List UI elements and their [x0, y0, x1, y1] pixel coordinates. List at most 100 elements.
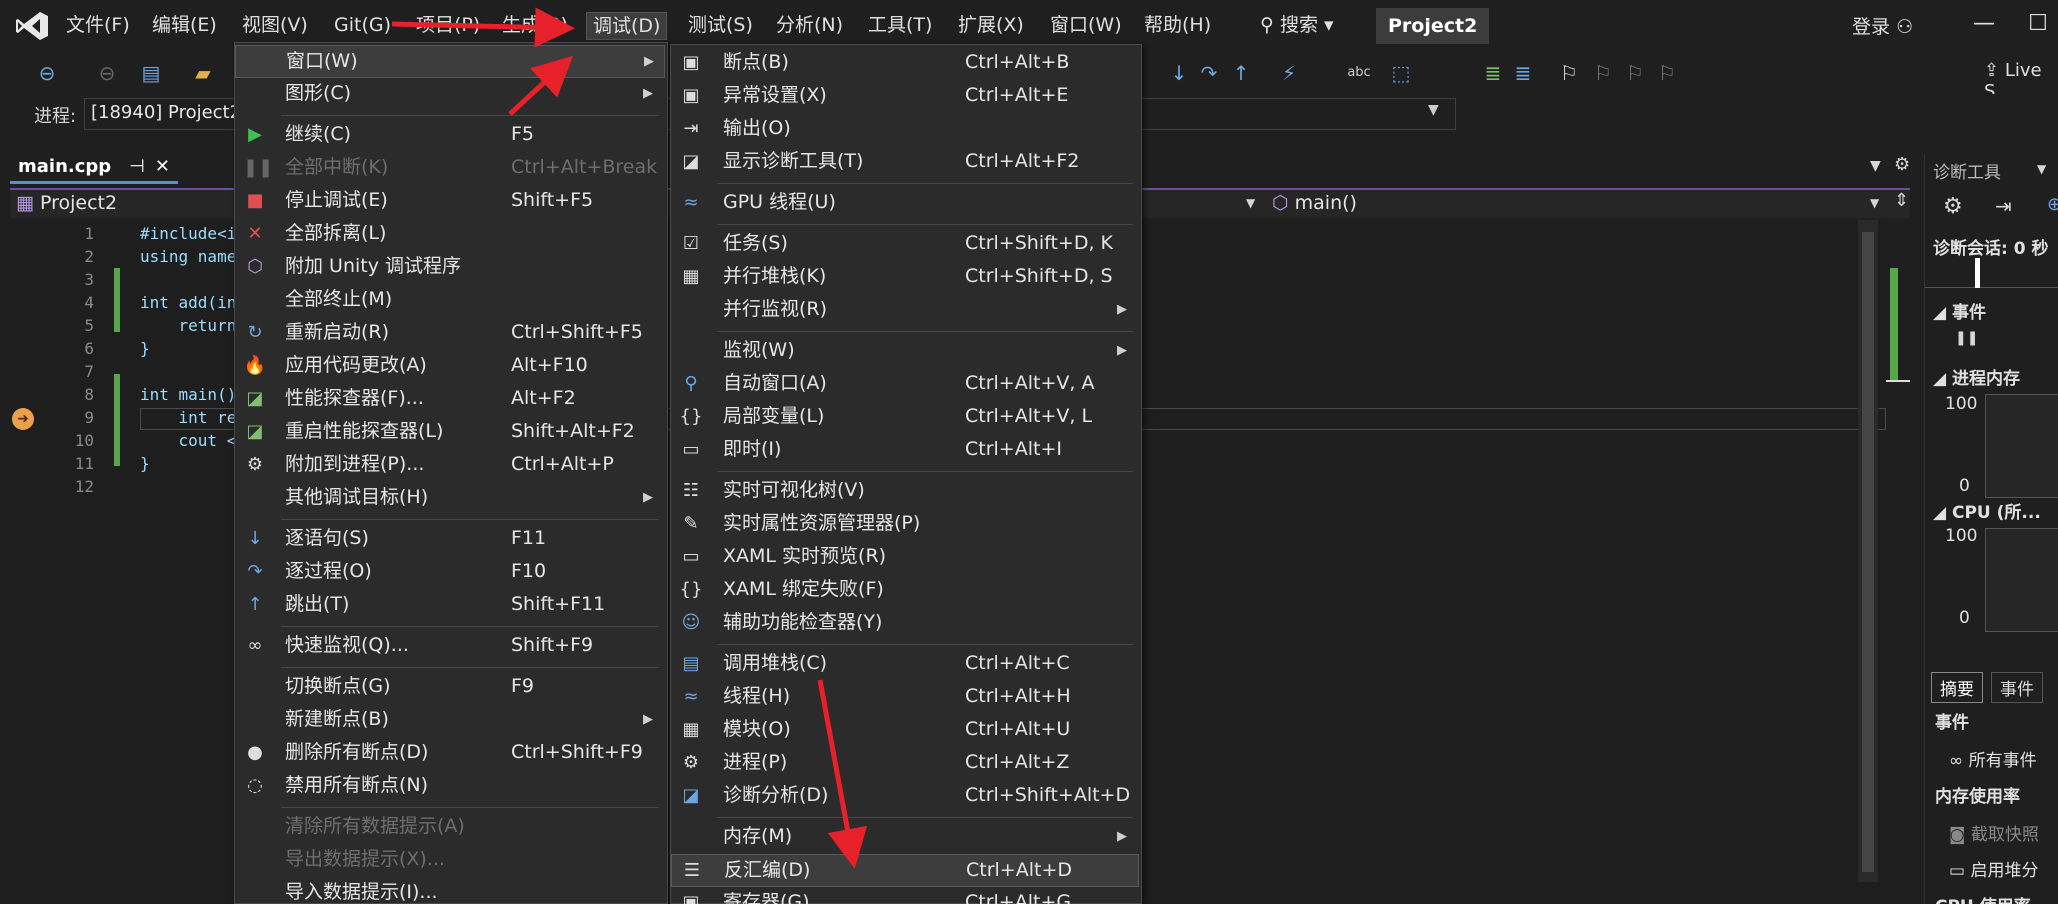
window-submenu-item[interactable]: 内存(M) ▶: [671, 821, 1139, 854]
zoom-icon[interactable]: ⊕: [2047, 194, 2058, 215]
window-submenu-item[interactable]: ▣ 寄存器(G) Ctrl+Alt+G: [671, 887, 1139, 904]
menu-item-5[interactable]: 生成(B): [496, 12, 574, 40]
tab-summary[interactable]: 摘要: [1931, 672, 1983, 703]
window-submenu-item[interactable]: ≈ 线程(H) Ctrl+Alt+H: [671, 681, 1139, 714]
new-project-icon[interactable]: ▤: [138, 60, 164, 86]
code-line[interactable]: }: [140, 339, 150, 358]
maximize-button[interactable]: ☐: [2018, 6, 2058, 42]
window-submenu-item[interactable]: ≈ GPU 线程(U): [671, 187, 1139, 220]
debug-menu-item[interactable]: ◪ 重启性能探查器(L) Shift+Alt+F2: [235, 416, 665, 449]
enable-heap-button[interactable]: ▭ 启用堆分: [1949, 856, 2038, 881]
prev-bookmark-icon[interactable]: ⚐: [1590, 60, 1616, 86]
debug-menu-item[interactable]: ✕ 全部拆离(L): [235, 218, 665, 251]
chevron-down-icon[interactable]: ▼: [1428, 102, 1439, 118]
debug-menu-item[interactable]: ↷ 逐过程(O) F10: [235, 556, 665, 589]
comment-icon[interactable]: ⬚: [1388, 60, 1414, 86]
window-submenu-item[interactable]: 监视(W) ▶: [671, 335, 1139, 368]
debug-menu-item[interactable]: ↻ 重新启动(R) Ctrl+Shift+F5: [235, 317, 665, 350]
window-submenu-item[interactable]: ▭ XAML 实时预览(R): [671, 541, 1139, 574]
window-submenu-item[interactable]: ✎ 实时属性资源管理器(P): [671, 508, 1139, 541]
pause-icon[interactable]: ❚❚: [1955, 330, 1978, 346]
events-section[interactable]: ◢ 事件: [1933, 298, 1986, 323]
close-icon[interactable]: ✕: [155, 156, 170, 177]
menu-item-10[interactable]: 扩展(X): [952, 12, 1030, 40]
debug-menu-item[interactable]: 切换断点(G) F9: [235, 671, 665, 704]
forward-icon[interactable]: ⊖: [94, 60, 120, 86]
step-over-icon[interactable]: ↷: [1196, 60, 1222, 86]
debug-menu-item[interactable]: 图形(C) ▶: [235, 78, 665, 111]
window-submenu-item[interactable]: 并行监视(R) ▶: [671, 294, 1139, 327]
menu-item-2[interactable]: 视图(V): [236, 12, 314, 40]
debug-menu-item[interactable]: ∞ 快速监视(Q)... Shift+F9: [235, 630, 665, 663]
menu-item-9[interactable]: 工具(T): [862, 12, 938, 40]
debug-menu-item[interactable]: ■ 停止调试(E) Shift+F5: [235, 185, 665, 218]
code-line[interactable]: }: [140, 454, 150, 473]
code-line[interactable]: int re: [140, 408, 237, 427]
debug-menu-item[interactable]: ● 删除所有断点(D) Ctrl+Shift+F9: [235, 737, 665, 770]
debug-menu-item[interactable]: ⚙ 附加到进程(P)... Ctrl+Alt+P: [235, 449, 665, 482]
tab-main-cpp[interactable]: main.cpp ⊣ ✕: [10, 154, 178, 184]
window-submenu-item[interactable]: ☰ 反汇编(D) Ctrl+Alt+D: [671, 854, 1139, 887]
code-line[interactable]: return: [140, 316, 237, 335]
indent-icon[interactable]: ≣: [1480, 60, 1506, 86]
gear-icon[interactable]: ⚙: [1894, 154, 1910, 175]
spell-check-icon[interactable]: abc: [1346, 60, 1372, 86]
debug-menu-item[interactable]: ⬡ 附加 Unity 调试程序: [235, 251, 665, 284]
window-submenu-item[interactable]: ◪ 诊断分析(D) Ctrl+Shift+Alt+D: [671, 780, 1139, 813]
window-submenu-item[interactable]: ☺ 辅助功能检查器(Y): [671, 607, 1139, 640]
menu-item-12[interactable]: 帮助(H): [1138, 12, 1217, 40]
step-out-icon[interactable]: ↑: [1228, 60, 1254, 86]
window-submenu-item[interactable]: ▣ 断点(B) Ctrl+Alt+B: [671, 47, 1139, 80]
code-line[interactable]: int add(in: [140, 293, 236, 312]
window-submenu-item[interactable]: ☷ 实时可视化树(V): [671, 475, 1139, 508]
debug-menu-item[interactable]: ↓ 逐语句(S) F11: [235, 523, 665, 556]
code-line[interactable]: int main(): [140, 385, 236, 404]
menu-item-7[interactable]: 测试(S): [682, 12, 759, 40]
clear-bookmark-icon[interactable]: ⚐: [1654, 60, 1680, 86]
scrollbar-thumb[interactable]: [1862, 232, 1874, 872]
outdent-icon[interactable]: ≣: [1510, 60, 1536, 86]
debug-menu-item[interactable]: ↑ 跳出(T) Shift+F11: [235, 589, 665, 622]
code-line[interactable]: using name: [140, 247, 236, 266]
export-icon[interactable]: ⇥: [1995, 194, 2012, 218]
debug-menu-item[interactable]: 导入数据提示(I)...: [235, 877, 665, 904]
tab-list-icon[interactable]: ▼: [1870, 158, 1881, 174]
login-button[interactable]: 登录 ⚇: [1852, 12, 1913, 39]
debug-menu-item[interactable]: ▶ 继续(C) F5: [235, 119, 665, 152]
debug-menu-item[interactable]: 🔥 应用代码更改(A) Alt+F10: [235, 350, 665, 383]
window-submenu-item[interactable]: {} XAML 绑定失败(F): [671, 574, 1139, 607]
window-submenu-item[interactable]: ▭ 即时(I) Ctrl+Alt+I: [671, 434, 1139, 467]
window-submenu-item[interactable]: ⚙ 进程(P) Ctrl+Alt+Z: [671, 747, 1139, 780]
member-dropdown[interactable]: ⬡ main(): [1272, 192, 1357, 214]
split-icon[interactable]: ⇕: [1894, 190, 1909, 211]
debug-menu-item[interactable]: 其他调试目标(H) ▶: [235, 482, 665, 515]
take-snapshot-button[interactable]: ◙ 截取快照: [1949, 820, 2039, 845]
menu-item-1[interactable]: 编辑(E): [146, 12, 223, 40]
settings-icon[interactable]: ⚙: [1943, 194, 1963, 219]
window-submenu-item[interactable]: ☑ 任务(S) Ctrl+Shift+D, K: [671, 228, 1139, 261]
menu-item-3[interactable]: Git(G): [328, 12, 397, 40]
window-submenu-item[interactable]: ◪ 显示诊断工具(T) Ctrl+Alt+F2: [671, 146, 1139, 179]
debug-menu-item[interactable]: 新建断点(B) ▶: [235, 704, 665, 737]
next-bookmark-icon[interactable]: ⚐: [1622, 60, 1648, 86]
debug-menu-item[interactable]: 窗口(W) ▶: [235, 45, 665, 78]
search-box[interactable]: ⚲ 搜索 ▾: [1260, 12, 1334, 40]
minimize-button[interactable]: —: [1964, 6, 2004, 42]
code-line[interactable]: #include<i: [140, 224, 236, 243]
pin-icon[interactable]: ⊣: [129, 156, 145, 177]
chevron-down-icon[interactable]: ▼: [1246, 196, 1255, 210]
tab-events[interactable]: 事件: [1991, 672, 2043, 703]
debug-menu-item[interactable]: ◌ 禁用所有断点(N): [235, 770, 665, 803]
window-submenu-item[interactable]: ▦ 模块(O) Ctrl+Alt+U: [671, 714, 1139, 747]
window-submenu-item[interactable]: ▣ 异常设置(X) Ctrl+Alt+E: [671, 80, 1139, 113]
debug-menu-item[interactable]: 全部终止(M): [235, 284, 665, 317]
menu-item-8[interactable]: 分析(N): [770, 12, 849, 40]
project-name-badge[interactable]: Project2: [1376, 8, 1490, 44]
open-folder-icon[interactable]: ▰: [190, 60, 216, 86]
window-submenu-item[interactable]: ▤ 调用堆栈(C) Ctrl+Alt+C: [671, 648, 1139, 681]
memory-section[interactable]: ◢ 进程内存: [1933, 364, 2020, 389]
hot-reload-icon[interactable]: ⚡: [1276, 60, 1302, 86]
step-into-icon[interactable]: ↓: [1166, 60, 1192, 86]
window-submenu-item[interactable]: ▦ 并行堆栈(K) Ctrl+Shift+D, S: [671, 261, 1139, 294]
all-events-link[interactable]: ∞ 所有事件: [1949, 746, 2037, 771]
